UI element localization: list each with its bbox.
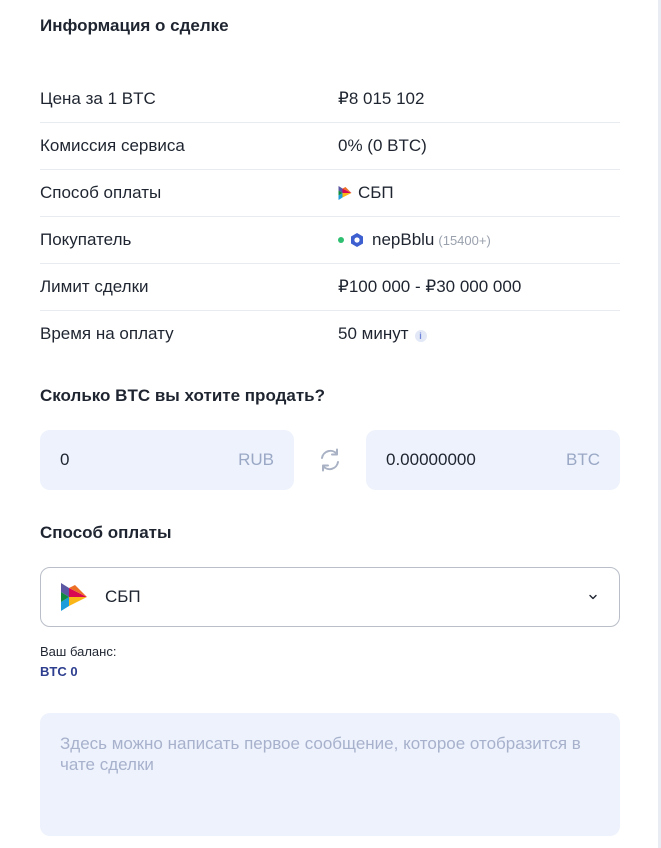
buyer-name-link[interactable]: nepBblu xyxy=(372,230,434,250)
payment-time-value: 50 минут xyxy=(338,324,409,343)
row-price: Цена за 1 BTC ₽8 015 102 xyxy=(40,76,620,123)
row-label: Покупатель xyxy=(40,230,132,249)
first-message-textarea[interactable]: Здесь можно написать первое сообщение, к… xyxy=(40,713,620,836)
amount-title: Сколько BTC вы хотите продать? xyxy=(40,386,326,405)
row-buyer: Покупатель nepBblu (15400+) xyxy=(40,217,620,264)
row-value: ₽8 015 102 xyxy=(338,89,425,108)
online-status-icon xyxy=(338,237,344,243)
row-payment-method: Способ оплаты СБП xyxy=(40,170,620,217)
verified-badge-icon xyxy=(351,233,363,247)
payment-method-value: СБП xyxy=(358,183,394,202)
deal-info-title: Информация о сделке xyxy=(40,16,229,35)
amount-inputs: 0 RUB 0.00000000 BTC xyxy=(40,430,620,490)
btc-amount-input[interactable]: 0.00000000 BTC xyxy=(366,430,620,490)
row-label: Комиссия сервиса xyxy=(40,136,185,155)
rub-amount-value[interactable]: 0 xyxy=(60,450,238,470)
balance-label: Ваш баланс: xyxy=(40,644,117,659)
row-label: Способ оплаты xyxy=(40,183,162,202)
payment-method-title: Способ оплаты xyxy=(40,523,172,542)
message-placeholder: Здесь можно написать первое сообщение, к… xyxy=(60,734,581,774)
row-label: Цена за 1 BTC xyxy=(40,89,156,108)
btc-unit-label: BTC xyxy=(566,450,600,469)
row-value: 0% (0 BTC) xyxy=(338,136,427,155)
row-value: СБП xyxy=(338,183,394,203)
payment-method-select[interactable]: СБП xyxy=(40,567,620,627)
rub-unit-label: RUB xyxy=(238,450,274,469)
swap-currency-icon[interactable] xyxy=(317,447,343,473)
rub-amount-input[interactable]: 0 RUB xyxy=(40,430,294,490)
info-icon[interactable]: i xyxy=(414,329,427,342)
sbp-logo-icon xyxy=(338,186,352,200)
row-value: 50 минут i xyxy=(338,324,427,344)
row-label: Время на оплату xyxy=(40,324,174,343)
buyer-rating: (15400+) xyxy=(438,232,491,248)
row-label: Лимит сделки xyxy=(40,277,149,296)
chevron-down-icon xyxy=(589,594,597,600)
deal-limit-value: ₽100 000 - ₽30 000 000 xyxy=(338,277,522,296)
payment-method-selected: СБП xyxy=(105,587,141,606)
sbp-logo-icon xyxy=(61,583,87,611)
balance-value: BTC 0 xyxy=(40,664,78,679)
deal-info-list: Цена за 1 BTC ₽8 015 102 Комиссия сервис… xyxy=(40,76,620,357)
row-commission: Комиссия сервиса 0% (0 BTC) xyxy=(40,123,620,170)
row-value: nepBblu (15400+) xyxy=(338,230,491,250)
btc-amount-value[interactable]: 0.00000000 xyxy=(386,450,566,470)
row-payment-time: Время на оплату 50 минут i xyxy=(40,311,620,357)
row-limit: Лимит сделки ₽100 000 - ₽30 000 000 xyxy=(40,264,620,311)
